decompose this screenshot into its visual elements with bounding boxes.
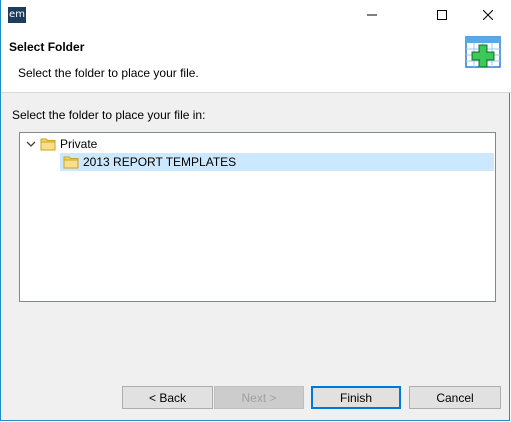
close-icon [483,10,493,20]
finish-button[interactable]: Finish [311,386,401,409]
folder-icon [63,156,79,169]
folder-icon [40,138,56,151]
tree-item-label: 2013 REPORT TEMPLATES [83,155,237,169]
maximize-icon [437,10,447,20]
title-bar[interactable]: em [1,0,511,30]
minimize-icon [367,14,377,16]
page-title: Select Folder [9,40,85,54]
cancel-button[interactable]: Cancel [409,386,501,409]
new-folder-plus-icon [465,36,501,68]
minimize-button[interactable] [349,0,395,30]
chevron-down-icon[interactable] [26,139,36,149]
back-button[interactable]: < Back [122,386,213,409]
folder-tree[interactable]: Private 2013 REPORT TEMPLATES [19,132,496,302]
tree-item-private[interactable]: Private [26,135,97,153]
folder-prompt-label: Select the folder to place your file in: [12,108,206,122]
tree-item-2013-report-templates[interactable]: 2013 REPORT TEMPLATES [60,153,494,171]
maximize-button[interactable] [419,0,465,30]
page-subtitle: Select the folder to place your file. [18,66,199,80]
next-button[interactable]: Next > [214,386,304,409]
wizard-header: Select Folder Select the folder to place… [1,30,511,93]
app-icon: em [8,7,26,23]
close-button[interactable] [465,0,511,30]
wizard-window: em Select Folder Select the folder to pl… [0,0,511,421]
tree-item-label: Private [60,137,98,151]
